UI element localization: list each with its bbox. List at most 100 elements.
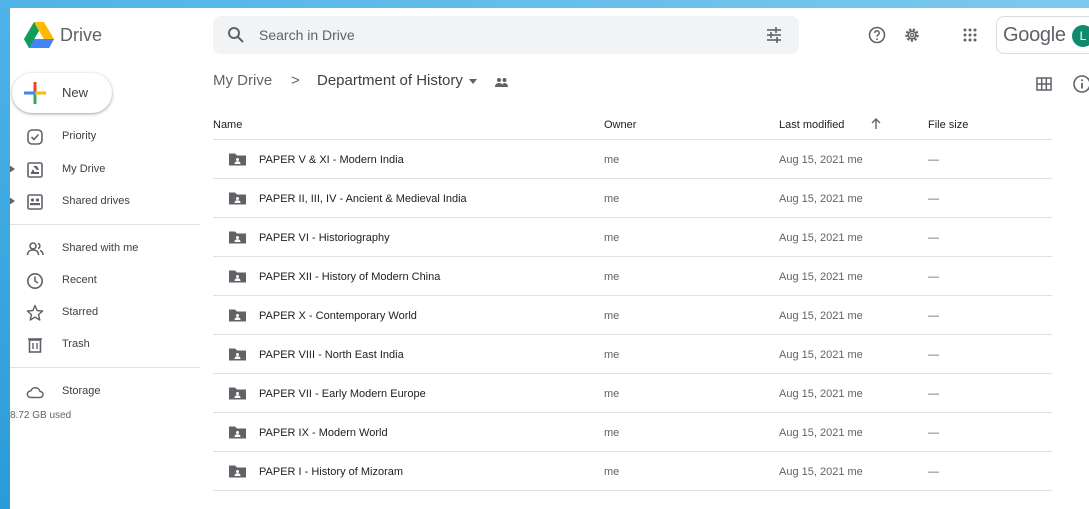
shared-folder-icon: [229, 348, 246, 361]
column-header-name[interactable]: Name: [213, 119, 242, 131]
table-row[interactable]: PAPER VIII - North East India me Aug 15, 2…: [213, 335, 1052, 374]
new-button[interactable]: New: [12, 73, 112, 113]
file-name[interactable]: PAPER IX - Modern World: [259, 427, 388, 439]
apps-grid-icon[interactable]: [961, 26, 979, 44]
sidebar-item-label: Priority: [62, 130, 97, 142]
my-drive-icon: [27, 162, 43, 178]
file-name[interactable]: PAPER I - History of Mizoram: [259, 466, 403, 478]
cloud-icon: [26, 387, 44, 399]
file-owner: me: [604, 310, 620, 322]
shared-folder-icon: [229, 426, 246, 439]
file-name[interactable]: PAPER VII - Early Modern Europe: [259, 388, 426, 400]
shared-drives-icon: [27, 194, 43, 210]
breadcrumb-current[interactable]: Department of History: [317, 72, 463, 89]
sidebar-item-label: Trash: [62, 338, 90, 350]
file-size: —: [928, 466, 939, 478]
column-header-owner[interactable]: Owner: [604, 119, 636, 131]
account-switcher[interactable]: Google L: [996, 16, 1089, 54]
sidebar-item-starred[interactable]: Starred: [10, 301, 200, 325]
sidebar-divider: [10, 367, 200, 368]
sidebar-item-label: My Drive: [62, 163, 106, 175]
app-name[interactable]: Drive: [60, 25, 102, 46]
file-last-modified: Aug 15, 2021 me: [779, 310, 863, 322]
file-last-modified: Aug 15, 2021 me: [779, 388, 863, 400]
column-header-file-size[interactable]: File size: [928, 119, 968, 131]
file-last-modified: Aug 15, 2021 me: [779, 193, 863, 205]
sort-arrow-up-icon[interactable]: [869, 117, 883, 131]
star-icon: [26, 304, 44, 321]
settings-gear-icon[interactable]: [903, 26, 921, 44]
file-size: —: [928, 154, 939, 166]
file-owner: me: [604, 427, 620, 439]
sidebar-item-shared-with-me[interactable]: Shared with me: [10, 237, 200, 261]
file-name[interactable]: PAPER XII - History of Modern China: [259, 271, 440, 283]
search-options-icon[interactable]: [765, 26, 783, 44]
chevron-down-icon[interactable]: [469, 79, 477, 85]
file-name[interactable]: PAPER VI - Historiography: [259, 232, 390, 244]
drive-logo-icon[interactable]: [24, 22, 54, 48]
info-icon[interactable]: [1072, 74, 1089, 94]
file-last-modified: Aug 15, 2021 me: [779, 271, 863, 283]
sidebar-divider: [10, 224, 200, 225]
file-size: —: [928, 232, 939, 244]
file-name[interactable]: PAPER V & XI - Modern India: [259, 154, 404, 166]
breadcrumb-separator: >: [291, 72, 300, 89]
table-row[interactable]: PAPER V & XI - Modern India me Aug 15, 202…: [213, 140, 1052, 179]
table-row[interactable]: PAPER VII - Early Modern Europe me Aug 15,…: [213, 374, 1052, 413]
table-header: Name Owner Last modified File size: [213, 112, 1052, 140]
search-bar[interactable]: Search in Drive: [213, 16, 799, 54]
shared-folder-icon: [229, 270, 246, 283]
table-row[interactable]: PAPER X - Contemporary World me Aug 15, 20…: [213, 296, 1052, 335]
breadcrumb-root[interactable]: My Drive: [213, 72, 272, 89]
table-row[interactable]: PAPER I - History of Mizoram me Aug 15, 20…: [213, 452, 1052, 491]
priority-icon: [27, 129, 43, 145]
sidebar-item-storage[interactable]: Storage: [10, 380, 200, 404]
sidebar-item-trash[interactable]: Trash: [10, 333, 200, 357]
file-owner: me: [604, 154, 620, 166]
file-name[interactable]: PAPER VIII - North East India: [259, 349, 404, 361]
storage-used-text: 8.72 GB used: [10, 410, 72, 421]
file-list: Name Owner Last modified File size PAPER…: [213, 112, 1052, 491]
search-input[interactable]: Search in Drive: [259, 27, 355, 43]
shared-folder-icon: [229, 309, 246, 322]
file-last-modified: Aug 15, 2021 me: [779, 466, 863, 478]
sidebar-item-recent[interactable]: Recent: [10, 269, 200, 293]
file-size: —: [928, 310, 939, 322]
shared-with-me-icon: [26, 242, 44, 256]
sidebar-item-priority[interactable]: Priority: [10, 125, 200, 149]
file-name[interactable]: PAPER II, III, IV - Ancient & Medieval I…: [259, 193, 467, 205]
window-frame-top: [0, 0, 1089, 8]
file-last-modified: Aug 15, 2021 me: [779, 154, 863, 166]
file-last-modified: Aug 15, 2021 me: [779, 427, 863, 439]
file-name[interactable]: PAPER X - Contemporary World: [259, 310, 417, 322]
sidebar-item-label: Recent: [62, 274, 97, 286]
shared-folder-icon: [229, 387, 246, 400]
column-header-last-modified[interactable]: Last modified: [779, 119, 844, 131]
expand-caret-icon[interactable]: [10, 196, 16, 206]
table-row[interactable]: PAPER IX - Modern World me Aug 15, 2021 me…: [213, 413, 1052, 452]
help-icon[interactable]: [868, 26, 886, 44]
avatar[interactable]: L: [1072, 25, 1089, 47]
file-rows: PAPER V & XI - Modern India me Aug 15, 202…: [213, 140, 1052, 491]
table-row[interactable]: PAPER XII - History of Modern China me Aug…: [213, 257, 1052, 296]
file-size: —: [928, 271, 939, 283]
shared-folder-people-icon: [495, 78, 508, 87]
table-row[interactable]: PAPER VI - Historiography me Aug 15, 2021 …: [213, 218, 1052, 257]
sidebar-item-label: Starred: [62, 306, 99, 318]
window-frame-left: [0, 0, 10, 509]
sidebar-item-my-drive[interactable]: My Drive: [10, 158, 200, 182]
clock-icon: [27, 273, 43, 289]
shared-folder-icon: [229, 153, 246, 166]
file-size: —: [928, 427, 939, 439]
grid-view-icon[interactable]: [1036, 77, 1052, 91]
new-button-label: New: [62, 85, 89, 100]
expand-caret-icon[interactable]: [10, 164, 16, 174]
search-icon[interactable]: [227, 26, 245, 44]
top-bar: Drive Search in Drive Google L: [10, 8, 1089, 62]
sidebar-item-shared-drives[interactable]: Shared drives: [10, 190, 200, 214]
file-size: —: [928, 388, 939, 400]
file-owner: me: [604, 232, 620, 244]
google-logo: Google: [1003, 24, 1066, 46]
table-row[interactable]: PAPER II, III, IV - Ancient & Medieval I…: [213, 179, 1052, 218]
trash-icon: [28, 338, 42, 353]
